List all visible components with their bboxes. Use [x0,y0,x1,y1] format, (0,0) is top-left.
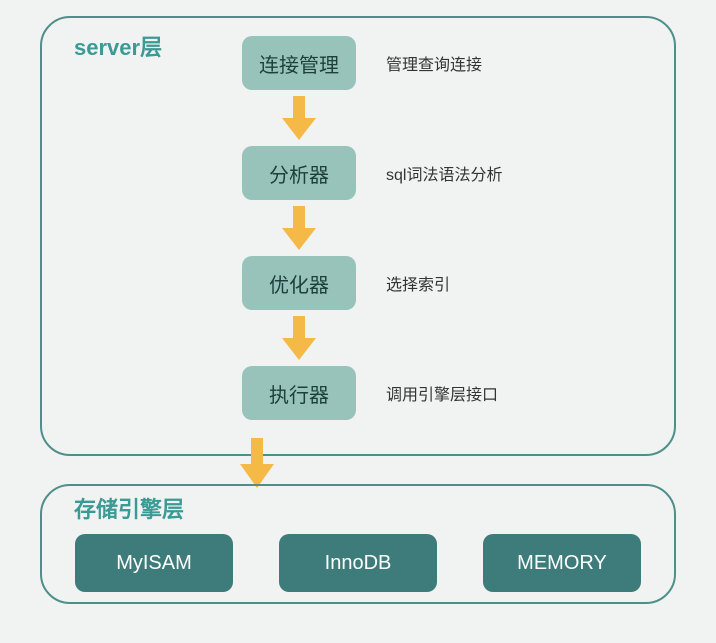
storage-layer-box: 存储引擎层 MyISAM InnoDB MEMORY [40,484,676,604]
storage-layer-title: 存储引擎层 [74,492,184,524]
engine-row: MyISAM InnoDB MEMORY [56,534,660,592]
stage-box-executor: 执行器 [242,366,356,420]
stage-desc: sql词法语法分析 [386,161,502,185]
server-layer-title: server层 [74,30,162,62]
stage-box-optimizer: 优化器 [242,256,356,310]
engine-box-innodb: InnoDB [279,534,437,592]
arrow-down-icon [242,206,356,250]
arrow-down-icon [242,316,356,360]
stage-box-connection: 连接管理 [242,36,356,90]
stage-box-parser: 分析器 [242,146,356,200]
stage-row: 执行器 调用引擎层接口 [242,366,542,420]
stage-row: 连接管理 管理查询连接 [242,36,542,90]
stage-desc: 选择索引 [386,271,450,295]
arrow-down-to-storage-icon [240,438,274,488]
server-flow-column: 连接管理 管理查询连接 分析器 sql词法语法分析 优化器 选择索引 执行器 调… [242,36,542,420]
server-layer-box: server层 连接管理 管理查询连接 分析器 sql词法语法分析 优化器 选择… [40,16,676,456]
stage-row: 分析器 sql词法语法分析 [242,146,542,200]
engine-box-memory: MEMORY [483,534,641,592]
stage-desc: 调用引擎层接口 [386,381,498,405]
stage-row: 优化器 选择索引 [242,256,542,310]
arrow-down-icon [242,96,356,140]
stage-desc: 管理查询连接 [386,51,482,75]
engine-box-myisam: MyISAM [75,534,233,592]
